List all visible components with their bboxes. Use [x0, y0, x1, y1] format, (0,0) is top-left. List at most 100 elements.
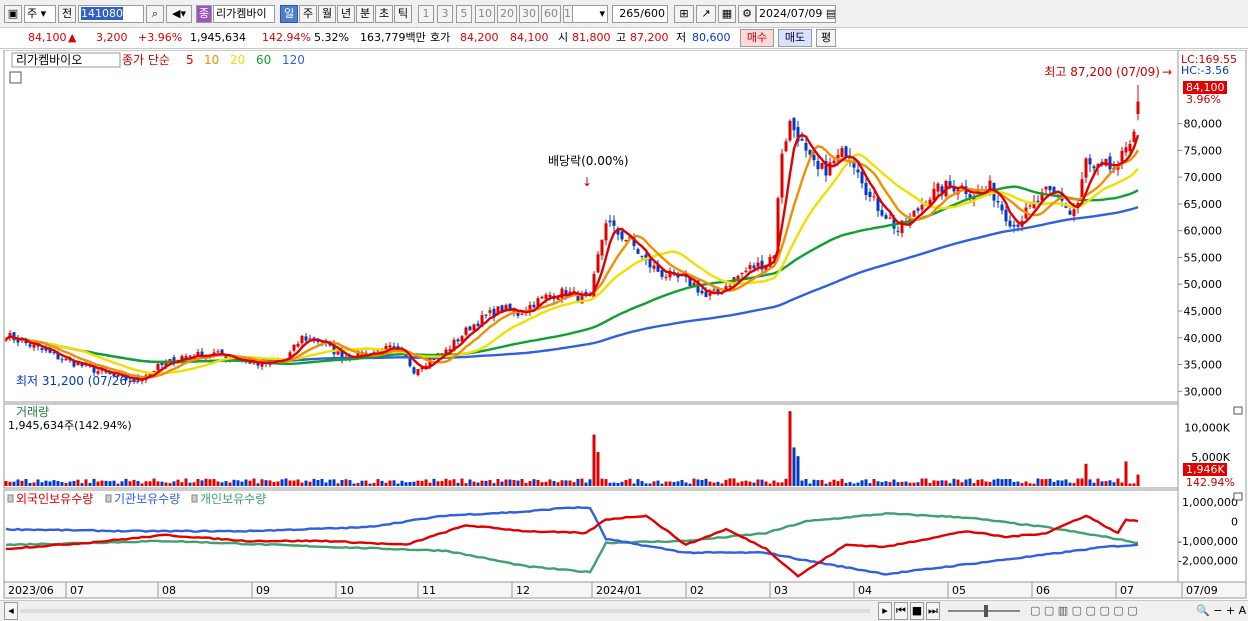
- volume-bar: [1092, 482, 1096, 486]
- volume-bar: [564, 480, 568, 486]
- window-icon[interactable]: ▣: [4, 5, 22, 23]
- candle-body: [1008, 220, 1012, 227]
- volume-bar: [1068, 482, 1072, 486]
- scroll-right-icon[interactable]: ▸: [878, 602, 892, 620]
- volume-bar: [1116, 478, 1120, 486]
- volume-bar: [1036, 478, 1040, 486]
- price-panel: [3, 50, 1179, 403]
- volume-bar: [880, 482, 884, 486]
- forward-icon[interactable]: ⏭: [926, 602, 940, 620]
- volume-bar: [84, 479, 88, 486]
- x-tick-label: 11: [422, 584, 436, 597]
- candle-body: [336, 351, 340, 355]
- code-value: 141080: [81, 7, 123, 20]
- volume-bar: [312, 478, 316, 486]
- interval-button-60[interactable]: 60: [541, 5, 561, 23]
- stop-icon[interactable]: ■: [910, 602, 924, 620]
- flat-button[interactable]: 평: [816, 29, 836, 47]
- volume-bar: [316, 480, 320, 486]
- interval-button-10[interactable]: 10: [475, 5, 495, 23]
- buy-button[interactable]: 매수: [740, 29, 774, 47]
- candle-body: [912, 210, 916, 217]
- period-tab-2[interactable]: 월: [318, 5, 336, 23]
- blank-select[interactable]: ▾: [572, 5, 608, 23]
- volume-bar: [952, 478, 956, 486]
- candle-body: [700, 290, 704, 294]
- candle-body: [800, 138, 804, 141]
- volume-bar: [592, 434, 596, 486]
- tool-icons[interactable]: ▢ ▢ ▥ ▢ ▢ ▢ ▢ ▢: [1030, 601, 1138, 621]
- volume-bar: [444, 478, 448, 486]
- chart-canvas[interactable]: 30,000 35,000 40,000 45,000 50,000 55,000 60,0…: [0, 50, 1248, 600]
- volume-bar: [612, 482, 616, 486]
- volume-bar: [868, 483, 872, 486]
- low-arrow-icon: →: [130, 374, 140, 388]
- draw-tool-icon[interactable]: ↗: [696, 5, 716, 23]
- volume-bar: [568, 480, 572, 486]
- mode-select[interactable]: 주 ▾: [24, 5, 56, 23]
- period-tab-5[interactable]: 초: [375, 5, 393, 23]
- scrollbar-track[interactable]: [20, 609, 870, 613]
- period-tab-3[interactable]: 년: [337, 5, 355, 23]
- volume-bar: [1020, 483, 1024, 486]
- volume-bar: [336, 483, 340, 486]
- interval-button-20[interactable]: 20: [497, 5, 517, 23]
- candle-body: [416, 369, 420, 376]
- save-icon[interactable]: ▦: [718, 5, 736, 23]
- candle-body: [1128, 143, 1132, 152]
- interval-button-5[interactable]: 5: [456, 5, 472, 23]
- volume-bar: [728, 478, 732, 486]
- sell-button[interactable]: 매도: [778, 29, 812, 47]
- volume-bar: [660, 483, 664, 486]
- volume-bar: [908, 482, 912, 486]
- volume-bar: [412, 481, 416, 486]
- volume-bar: [572, 482, 576, 486]
- volume-bar: [924, 478, 928, 486]
- volume-bar: [8, 481, 12, 486]
- volume-bar: [816, 480, 820, 486]
- count-field[interactable]: 265/600: [612, 5, 668, 23]
- volume-bar: [548, 479, 552, 486]
- volume-bar: [828, 481, 832, 486]
- interval-button-3[interactable]: 3: [437, 5, 453, 23]
- volume-bar: [864, 479, 868, 486]
- search-icon[interactable]: ⌕: [146, 5, 164, 23]
- candle-body: [472, 324, 476, 331]
- volume-bar: [872, 478, 876, 486]
- period-tab-0[interactable]: 일: [280, 5, 298, 23]
- zoom-slider-handle[interactable]: [984, 605, 988, 617]
- candle-body: [840, 148, 844, 157]
- crosshair-icon[interactable]: ⊞: [674, 5, 694, 23]
- volume-bar: [1052, 481, 1056, 486]
- dividend-arrow-icon: ↓: [582, 175, 592, 189]
- volume-bar: [988, 481, 992, 486]
- period-tab-6[interactable]: 틱: [394, 5, 412, 23]
- candle-body: [1124, 147, 1128, 153]
- volume-bar: [904, 481, 908, 486]
- y-tick-label: 65,000: [1184, 198, 1223, 211]
- scroll-left-icon[interactable]: ◂: [4, 602, 18, 620]
- gear-icon[interactable]: ⚙: [738, 5, 756, 23]
- x-tick-label: 03: [774, 584, 788, 597]
- calendar-icon[interactable]: ▤: [826, 7, 835, 20]
- speaker-icon[interactable]: ◀▾: [166, 5, 192, 23]
- quote-hoga-label: 호가: [430, 31, 451, 44]
- interval-button-1[interactable]: 1: [418, 5, 434, 23]
- volume-bar: [848, 481, 852, 486]
- period-tab-1[interactable]: 주: [299, 5, 317, 23]
- volume-bar: [744, 480, 748, 486]
- stock-name-field[interactable]: 리가켐바이: [213, 5, 275, 23]
- candle-body: [188, 355, 192, 357]
- volume-bar: [260, 479, 264, 486]
- period-tab-4[interactable]: 분: [356, 5, 374, 23]
- volume-bar: [64, 483, 68, 486]
- zoom-controls-icon[interactable]: 🔍 − + A: [1196, 601, 1246, 621]
- interval-button-30[interactable]: 30: [519, 5, 539, 23]
- prev-button[interactable]: 전: [58, 5, 76, 23]
- rewind-icon[interactable]: ⏮: [894, 602, 908, 620]
- volume-bar: [984, 481, 988, 486]
- volume-pct-label: 142.94%: [1186, 476, 1235, 489]
- code-input[interactable]: 141080: [78, 5, 144, 23]
- date-field[interactable]: 2024/07/09 ▤: [756, 5, 836, 23]
- candle-body: [728, 285, 732, 288]
